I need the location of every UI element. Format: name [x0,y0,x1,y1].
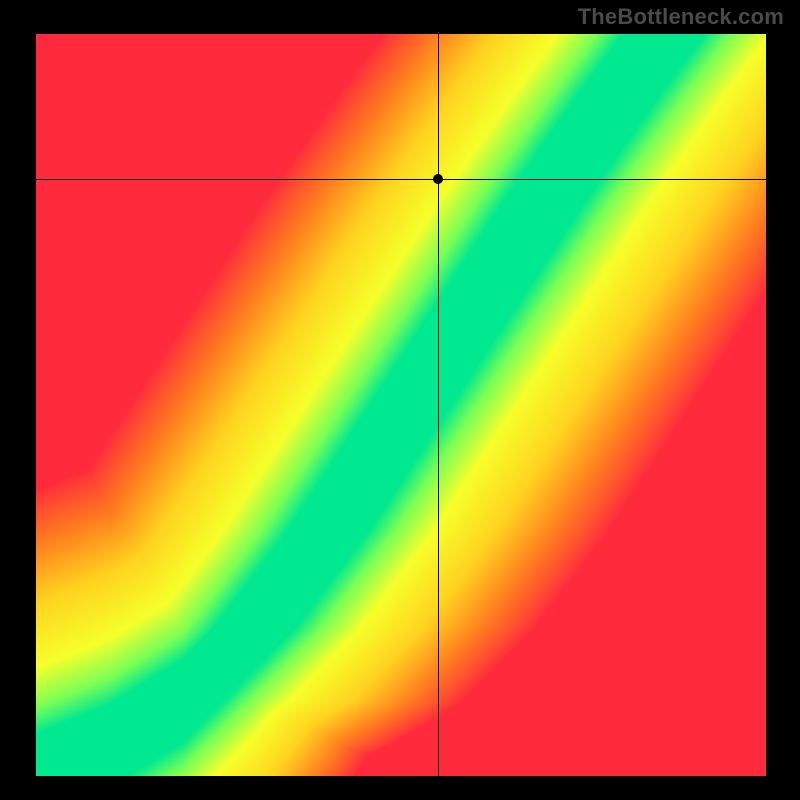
watermark-text: TheBottleneck.com [578,4,784,30]
selection-marker [433,174,443,184]
crosshair-vertical [438,34,439,776]
bottleneck-heatmap [36,34,766,776]
crosshair-horizontal [36,179,766,180]
chart-area [36,34,766,776]
chart-frame: TheBottleneck.com [0,0,800,800]
